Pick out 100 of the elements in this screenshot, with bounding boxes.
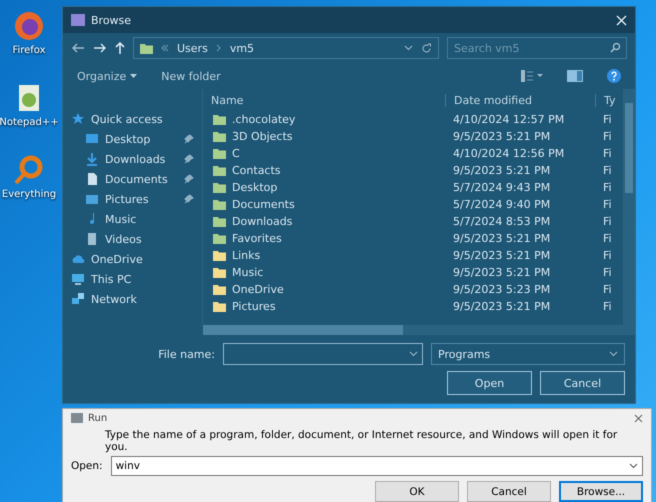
document-icon <box>85 172 99 186</box>
type-cell-text: Fi <box>602 266 613 279</box>
search-field[interactable]: Search vm5 <box>447 37 627 59</box>
type-cell-text: Fi <box>602 147 613 160</box>
pin-icon <box>184 154 194 164</box>
download-icon <box>85 152 99 166</box>
type-cell-text: Fi <box>602 130 613 143</box>
file-name[interactable]: Documents <box>232 198 295 211</box>
scrollbar[interactable] <box>623 89 635 325</box>
date-cell-text: 9/5/2023 5:21 PM <box>452 249 552 262</box>
file-name[interactable]: Pictures <box>232 300 276 313</box>
close-icon[interactable] <box>634 414 643 422</box>
date-cell-text: 9/5/2023 5:21 PM <box>452 266 552 279</box>
dropdown-caret-icon[interactable] <box>409 351 418 357</box>
column-header[interactable]: Date modified <box>445 94 595 106</box>
sidebar-item[interactable]: Documents <box>105 172 178 186</box>
preview-pane-icon[interactable] <box>567 70 583 82</box>
sidebar-item[interactable]: Downloads <box>105 152 178 166</box>
dialog-button[interactable]: Browse... <box>559 481 643 502</box>
type-cell-text: Fi <box>602 198 613 211</box>
refresh-icon[interactable] <box>421 42 432 54</box>
forward-arrow-icon[interactable] <box>93 43 107 53</box>
chevron-right-icon <box>216 44 222 52</box>
dropdown-caret-icon[interactable] <box>629 463 638 469</box>
sidebar-item[interactable]: Desktop <box>105 132 178 146</box>
chevrons-icon <box>161 44 169 52</box>
file-name-field[interactable] <box>223 343 423 365</box>
window-icon <box>71 14 85 26</box>
run-icon <box>71 413 83 423</box>
file-name[interactable]: Music <box>232 266 264 279</box>
date-cell-text: 5/7/2024 9:40 PM <box>452 198 552 211</box>
type-cell-text: Fi <box>602 232 613 245</box>
file-name[interactable]: 3D Objects <box>232 130 293 143</box>
run-description: Type the name of a program, folder, document, or Internet resource, and Windows will open it for you. <box>105 429 618 453</box>
window-title: Browse <box>91 14 132 26</box>
sidebar-item[interactable]: Music <box>105 212 194 226</box>
pin-icon <box>184 134 194 144</box>
fox-globe-icon[interactable] <box>12 10 45 42</box>
type-cell-text: Fi <box>602 113 613 126</box>
dialog-button[interactable]: Open <box>447 371 532 395</box>
address-bar[interactable]: Users vm5 <box>133 37 439 59</box>
dialog-button[interactable]: OK <box>375 481 459 502</box>
file-type-dropdown[interactable]: Programs <box>431 343 625 365</box>
column-header[interactable]: Name <box>203 94 445 106</box>
dialog-button[interactable]: Cancel <box>467 481 551 502</box>
toolbar-button[interactable]: New folder <box>161 70 221 82</box>
file-name[interactable]: C <box>232 147 240 160</box>
field-label: File name: <box>158 348 215 360</box>
search-icon <box>610 42 621 53</box>
desktop-icon <box>85 132 99 146</box>
file-name[interactable]: .chocolatey <box>232 113 296 126</box>
pin-icon <box>184 174 194 184</box>
view-options-icon[interactable] <box>521 70 543 82</box>
sidebar-item[interactable]: Videos <box>105 232 194 246</box>
type-cell-text: Fi <box>602 283 613 296</box>
desktop-icon-label[interactable]: Notepad++ <box>0 117 59 128</box>
up-arrow-icon[interactable] <box>115 42 125 54</box>
type-cell-text: Fi <box>602 181 613 194</box>
sidebar-item[interactable]: Network <box>91 292 194 306</box>
desktop-icon-label[interactable]: Firefox <box>12 45 46 56</box>
type-cell-text: Fi <box>602 300 613 313</box>
dropdown-caret-icon[interactable] <box>404 45 413 51</box>
date-cell-text: 9/5/2023 5:21 PM <box>452 164 552 177</box>
date-cell-text: 4/10/2024 12:57 PM <box>452 113 566 126</box>
date-cell-text: 5/7/2024 8:53 PM <box>452 215 552 228</box>
help-icon[interactable] <box>607 69 621 83</box>
dropdown-caret-icon <box>609 351 618 357</box>
file-name[interactable]: Contacts <box>232 164 281 177</box>
folder-icon <box>140 42 153 54</box>
breadcrumb-item[interactable]: Users <box>177 42 208 54</box>
monitor-icon <box>71 272 85 286</box>
open-field[interactable]: winv <box>110 456 643 476</box>
type-cell-text: Fi <box>602 215 613 228</box>
sidebar-item[interactable]: OneDrive <box>91 252 194 266</box>
date-cell-text: 5/7/2024 9:43 PM <box>452 181 552 194</box>
file-name[interactable]: Downloads <box>232 215 292 228</box>
sidebar-item[interactable]: Pictures <box>105 192 178 206</box>
desktop-icon-label[interactable]: Everything <box>2 189 56 200</box>
sidebar-item[interactable]: Quick access <box>91 112 194 126</box>
pin-icon <box>184 194 194 204</box>
date-cell-text: 9/5/2023 5:21 PM <box>452 130 552 143</box>
star-icon <box>71 112 85 126</box>
file-name[interactable]: Links <box>232 249 260 262</box>
date-cell-text: 9/5/2023 5:21 PM <box>452 300 552 313</box>
file-name[interactable]: OneDrive <box>232 283 284 296</box>
sidebar-item[interactable]: This PC <box>91 272 194 286</box>
dialog-button[interactable]: Cancel <box>540 371 625 395</box>
toolbar-button[interactable]: Organize <box>77 70 138 82</box>
horizontal-scrollbar[interactable] <box>203 325 635 335</box>
breadcrumb-item[interactable]: vm5 <box>230 42 254 54</box>
type-cell-text: Fi <box>602 164 613 177</box>
file-name[interactable]: Favorites <box>232 232 282 245</box>
file-name[interactable]: Desktop <box>232 181 278 194</box>
date-cell-text: 9/5/2023 5:23 PM <box>452 283 552 296</box>
type-cell-text: Fi <box>602 249 613 262</box>
back-arrow-icon[interactable] <box>71 43 85 53</box>
caret-icon <box>130 74 138 78</box>
date-cell-text: 4/10/2024 12:56 PM <box>452 147 566 160</box>
window-title: Run <box>88 412 108 424</box>
network-icon <box>71 292 85 306</box>
